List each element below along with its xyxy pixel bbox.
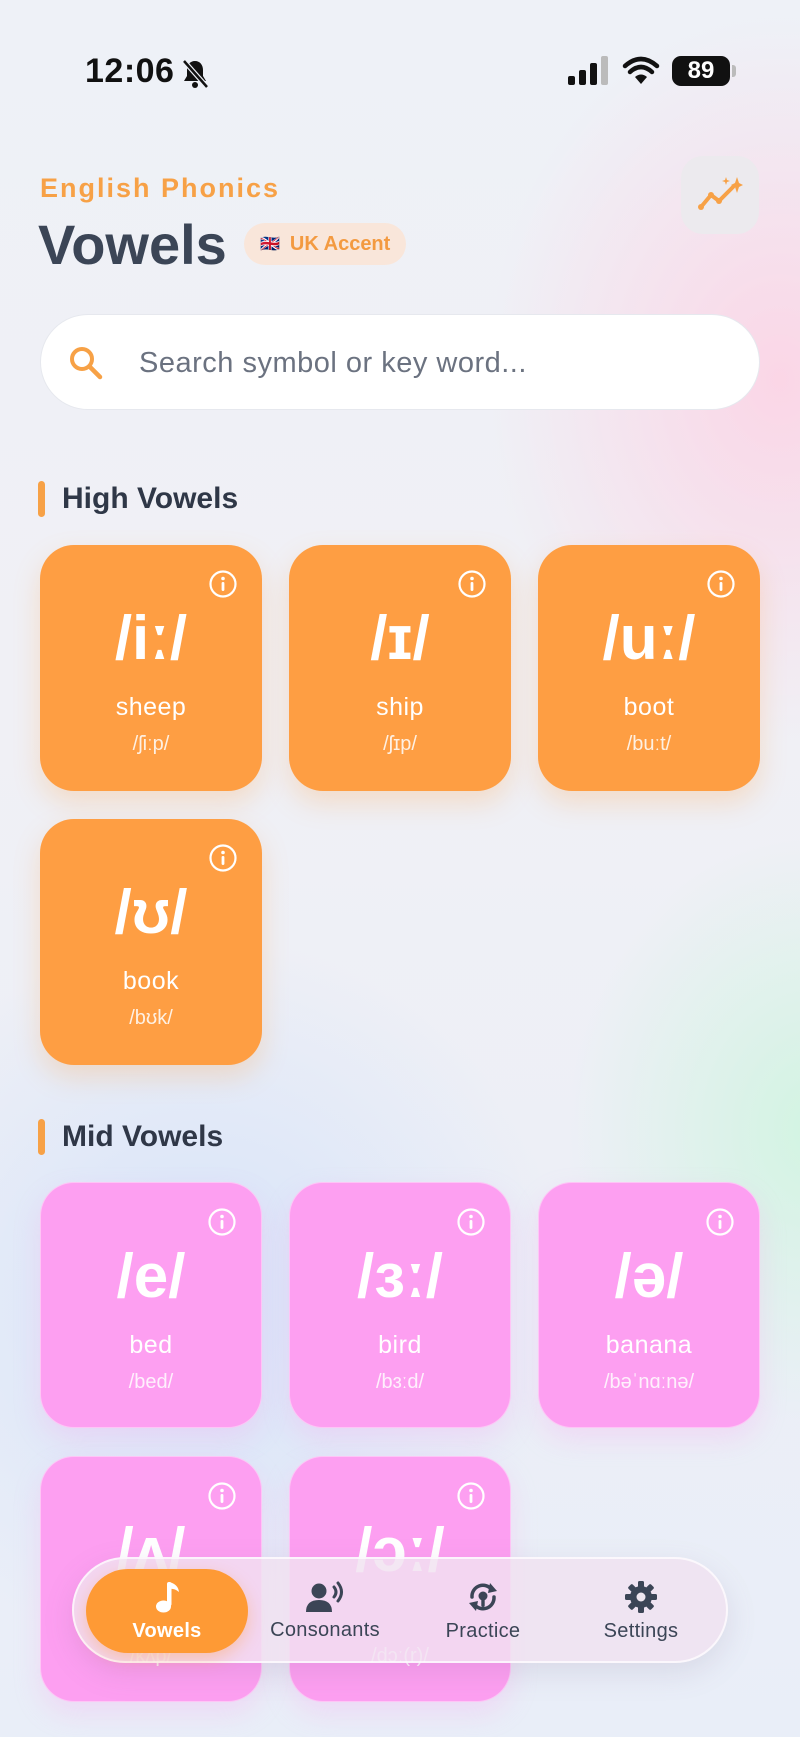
key-word: bed xyxy=(129,1331,173,1359)
tab-vowels[interactable]: Vowels xyxy=(86,1569,248,1653)
vowel-card-u-long[interactable]: /uː/ boot /buːt/ xyxy=(538,545,760,791)
tab-consonants[interactable]: Consonants xyxy=(244,1569,406,1653)
section-header-high-vowels: High Vowels xyxy=(38,481,238,517)
key-word-ipa: /bəˈnɑːnə/ xyxy=(603,1371,695,1393)
phoneme-symbol: /ə/ xyxy=(614,1242,684,1311)
page-title: Vowels xyxy=(38,213,227,276)
phoneme-symbol: /ɪ/ xyxy=(370,604,430,673)
search-bar[interactable] xyxy=(40,314,760,410)
info-icon[interactable] xyxy=(456,1207,486,1237)
key-word-ipa: /bɜːd/ xyxy=(375,1371,425,1393)
key-word: book xyxy=(122,967,180,995)
tab-label: Settings xyxy=(603,1619,679,1642)
wifi-icon xyxy=(622,56,660,84)
tab-practice[interactable]: Practice xyxy=(402,1569,564,1653)
tab-label: Consonants xyxy=(270,1618,380,1641)
section-title: High Vowels xyxy=(62,482,239,515)
key-word-ipa: /bed/ xyxy=(128,1371,174,1393)
phoneme-symbol: /ɜː/ xyxy=(357,1242,443,1311)
gear-icon xyxy=(625,1580,657,1613)
battery-indicator: 89 xyxy=(672,56,730,86)
vowel-card-u-short[interactable]: /ʊ/ book /bʊk/ xyxy=(40,819,262,1065)
key-word-ipa: /ʃɪp/ xyxy=(383,733,417,755)
vowel-card-i-short[interactable]: /ɪ/ ship /ʃɪp/ xyxy=(289,545,511,791)
section-title: Mid Vowels xyxy=(62,1120,224,1153)
battery-cap xyxy=(732,65,736,77)
key-word: ship xyxy=(376,693,424,721)
music-note-icon xyxy=(156,1581,179,1612)
status-time: 12:06 xyxy=(85,52,175,90)
phoneme-symbol: /iː/ xyxy=(114,604,188,673)
info-icon[interactable] xyxy=(208,843,238,873)
sparkle-trend-icon xyxy=(698,177,743,210)
key-word-ipa: /buːt/ xyxy=(626,733,672,755)
info-icon[interactable] xyxy=(208,569,238,599)
bottom-tab-bar: Vowels Consonants Practice Settings xyxy=(72,1557,728,1663)
app-subtitle: English Phonics xyxy=(40,173,281,203)
vowel-card-i-long[interactable]: /iː/ sheep /ʃiːp/ xyxy=(40,545,262,791)
key-word-ipa: /ʃiːp/ xyxy=(132,733,170,755)
section-accent-bar xyxy=(38,1119,45,1155)
practice-cycle-icon xyxy=(469,1582,497,1611)
info-icon[interactable] xyxy=(456,1481,486,1511)
key-word-ipa: /bʊk/ xyxy=(129,1007,173,1029)
tab-label: Practice xyxy=(445,1619,521,1642)
info-icon[interactable] xyxy=(706,569,736,599)
tab-label: Vowels xyxy=(132,1619,202,1642)
key-word: sheep xyxy=(115,693,187,721)
cellular-signal-icon xyxy=(568,56,608,85)
progress-stats-button[interactable] xyxy=(681,156,759,234)
accent-label: UK Accent xyxy=(289,232,391,255)
bell-muted-icon xyxy=(182,59,209,89)
phoneme-symbol: /uː/ xyxy=(602,604,696,673)
tab-settings[interactable]: Settings xyxy=(560,1569,722,1653)
speaking-person-icon xyxy=(306,1581,343,1612)
section-header-mid-vowels: Mid Vowels xyxy=(38,1119,223,1155)
key-word: bird xyxy=(378,1331,422,1359)
info-icon[interactable] xyxy=(207,1481,237,1511)
uk-flag-icon: 🇬🇧 xyxy=(260,236,280,253)
phoneme-symbol: /ʊ/ xyxy=(114,878,188,947)
key-word: boot xyxy=(623,693,675,721)
search-input[interactable] xyxy=(139,335,739,391)
phoneme-symbol: /e/ xyxy=(116,1242,186,1311)
info-icon[interactable] xyxy=(207,1207,237,1237)
vowel-card-e[interactable]: /e/ bed /bed/ xyxy=(40,1182,262,1428)
status-bar: 12:06 89 xyxy=(0,0,800,120)
section-accent-bar xyxy=(38,481,45,517)
key-word: banana xyxy=(605,1331,693,1359)
vowel-card-er-long[interactable]: /ɜː/ bird /bɜːd/ xyxy=(289,1182,511,1428)
info-icon[interactable] xyxy=(705,1207,735,1237)
accent-badge[interactable]: 🇬🇧 UK Accent xyxy=(244,223,407,265)
search-icon xyxy=(70,347,103,380)
vowel-card-schwa[interactable]: /ə/ banana /bəˈnɑːnə/ xyxy=(538,1182,760,1428)
info-icon[interactable] xyxy=(457,569,487,599)
